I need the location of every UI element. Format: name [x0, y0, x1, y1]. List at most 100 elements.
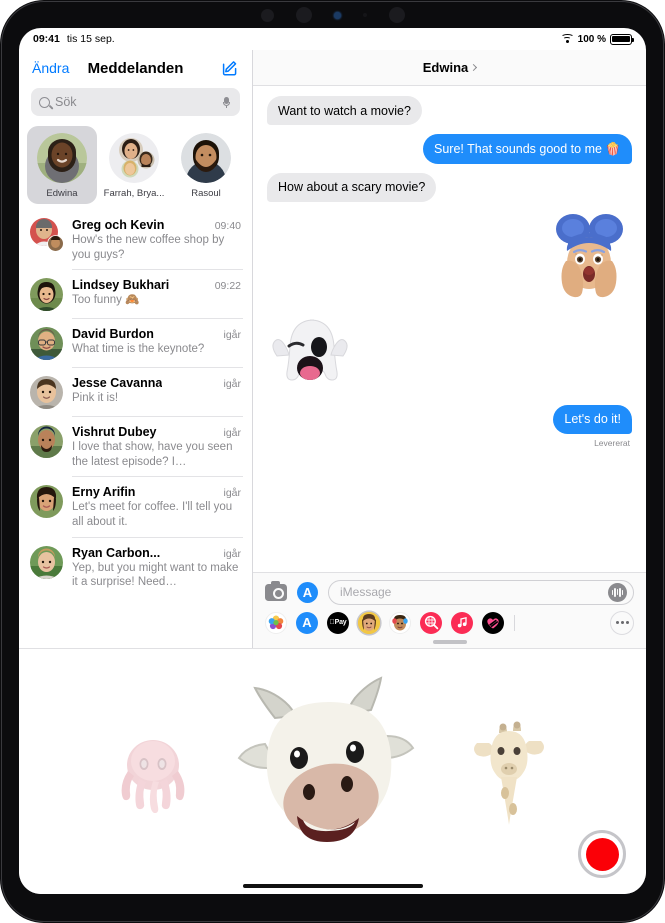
cow-animoji[interactable]: [231, 674, 427, 870]
list-item[interactable]: Lindsey Bukhari 09:22 Too funny 🙈: [19, 270, 252, 320]
sensor-dot: [388, 7, 405, 23]
avatar: [109, 133, 159, 183]
battery-icon: [610, 33, 634, 45]
message-bubble-outgoing[interactable]: Let's do it!: [553, 404, 637, 435]
animoji-character-strip[interactable]: [19, 674, 646, 870]
animoji-app-icon[interactable]: [389, 611, 411, 634]
audio-message-icon[interactable]: [608, 582, 627, 602]
pinned-conversation-edwina[interactable]: Edwina: [27, 126, 97, 204]
battery-percent: 100 %: [577, 33, 606, 45]
message-list: Want to watch a movie? Sure! That sounds…: [253, 86, 646, 572]
microphone-icon[interactable]: [223, 96, 230, 108]
conversation-preview: Let's meet for coffee. I'll tell you all…: [72, 501, 233, 528]
message-row: How about a scary movie?: [261, 172, 632, 203]
conversation-name: Ryan Carbon...: [72, 545, 161, 560]
message-row: [267, 211, 632, 307]
message-bubble-outgoing[interactable]: Sure! That sounds good to me 🍿: [423, 134, 637, 164]
conversation-time: igår: [223, 329, 241, 342]
pinned-name: Farrah, Brya...: [103, 188, 165, 199]
chevron-right-icon[interactable]: [470, 63, 478, 71]
message-row: [267, 316, 632, 396]
animoji-picker-panel: [19, 648, 646, 894]
list-item[interactable]: Greg och Kevin 09:40 How's the new coffe…: [19, 210, 252, 271]
list-item[interactable]: David Burdon igår What time is the keyno…: [19, 319, 252, 369]
music-app-icon[interactable]: [451, 611, 473, 634]
message-row: Let's do it!: [267, 404, 637, 435]
conversation-detail: Edwina Want to watch a movie? Sure! That…: [253, 50, 646, 648]
conversations-sidebar: Ändra Meddelanden Sök Edwina Farrah, Bry…: [19, 50, 253, 648]
conversation-preview: Pink it is!: [72, 392, 119, 405]
delivery-status: Levererat: [594, 438, 630, 448]
app-store-app-icon[interactable]: A: [296, 611, 318, 634]
conversation-name: Vishrut Dubey: [72, 425, 157, 440]
avatar: [30, 485, 63, 519]
pinned-name: Edwina: [46, 188, 78, 199]
pinned-conversation-group[interactable]: Farrah, Brya...: [99, 126, 169, 204]
list-item[interactable]: Vishrut Dubey igår I love that show, hav…: [19, 417, 252, 478]
conversation-preview: How's the new coffee shop by you guys?: [72, 234, 225, 261]
avatar: [181, 133, 231, 183]
conversation-preview: I love that show, have you seen the late…: [72, 441, 233, 468]
conversation-name: David Burdon: [72, 327, 154, 342]
avatar: [37, 133, 87, 183]
memoji-shocked-blue-hair[interactable]: [546, 211, 632, 307]
conversation-name: Greg och Kevin: [72, 218, 165, 232]
photos-app-icon[interactable]: [265, 611, 287, 634]
conversation-time: igår: [223, 427, 241, 440]
digital-touch-app-icon[interactable]: [482, 611, 504, 634]
camera-icon[interactable]: [265, 580, 287, 601]
pinned-name: Rasoul: [191, 188, 221, 199]
edit-button[interactable]: Ändra: [32, 60, 69, 76]
status-time: 09:41: [33, 33, 60, 45]
search-container: Sök: [19, 86, 252, 123]
list-item[interactable]: Erny Arifin igår Let's meet for coffee. …: [19, 477, 252, 538]
memoji-app-icon[interactable]: [358, 611, 380, 634]
message-bubble-incoming[interactable]: How about a scary movie?: [261, 172, 437, 203]
octopus-animoji[interactable]: [115, 731, 191, 813]
giraffe-animoji[interactable]: [467, 717, 551, 827]
front-camera: [295, 7, 312, 23]
conversation-time: igår: [223, 378, 241, 391]
app-store-icon[interactable]: A: [297, 581, 318, 603]
status-date: tis 15 sep.: [66, 33, 115, 45]
conversation-time: 09:22: [214, 280, 241, 293]
wifi-icon: [560, 34, 574, 44]
avatar: [30, 545, 63, 579]
animoji-ghost-winking[interactable]: [267, 316, 353, 396]
apple-pay-app-icon[interactable]: Pay: [327, 611, 349, 634]
conversation-preview: What time is the keynote?: [72, 343, 205, 356]
avatar: [30, 425, 63, 459]
avatar: [30, 278, 63, 312]
conversation-list[interactable]: Greg och Kevin 09:40 How's the new coffe…: [19, 210, 252, 648]
message-row: Want to watch a movie?: [262, 96, 632, 126]
pinned-conversation-rasoul[interactable]: Rasoul: [171, 126, 241, 204]
message-bubble-incoming[interactable]: Want to watch a movie?: [262, 96, 422, 126]
status-bar: 09:41 tis 15 sep. 100 %: [19, 28, 646, 50]
search-icon: [39, 96, 50, 108]
avatar: [30, 218, 63, 251]
sensor-dot: [260, 8, 274, 22]
list-item[interactable]: Jesse Cavanna igår Pink it is!: [19, 368, 252, 418]
drawer-grabber-container: [253, 636, 646, 648]
imessage-app-drawer: A Pay: [253, 607, 646, 637]
drawer-divider: [514, 614, 515, 631]
record-button[interactable]: [578, 830, 626, 878]
indicator-led: [333, 11, 341, 19]
message-input-bar: A iMessage: [253, 571, 646, 608]
more-options-icon[interactable]: [610, 610, 634, 635]
conversation-name: Erny Arifin: [72, 485, 136, 500]
search-input[interactable]: Sök: [31, 88, 240, 116]
screen: 09:41 tis 15 sep. 100 % Ändra Meddelande…: [19, 28, 646, 894]
message-input-field[interactable]: iMessage: [328, 579, 634, 605]
conversation-time: igår: [223, 487, 241, 500]
list-item[interactable]: Ryan Carbon... igår Yep, but you might w…: [19, 538, 252, 598]
split-view: Ändra Meddelanden Sök Edwina Farrah, Bry…: [19, 50, 646, 648]
compose-icon[interactable]: [221, 59, 239, 77]
avatar: [30, 327, 63, 361]
conversation-time: igår: [223, 547, 241, 560]
drag-handle-icon[interactable]: [432, 639, 467, 644]
home-indicator: [242, 883, 423, 888]
conversation-header[interactable]: Edwina: [253, 50, 646, 86]
conversation-preview: Too funny 🙈: [72, 294, 140, 307]
images-app-icon[interactable]: [420, 611, 442, 634]
